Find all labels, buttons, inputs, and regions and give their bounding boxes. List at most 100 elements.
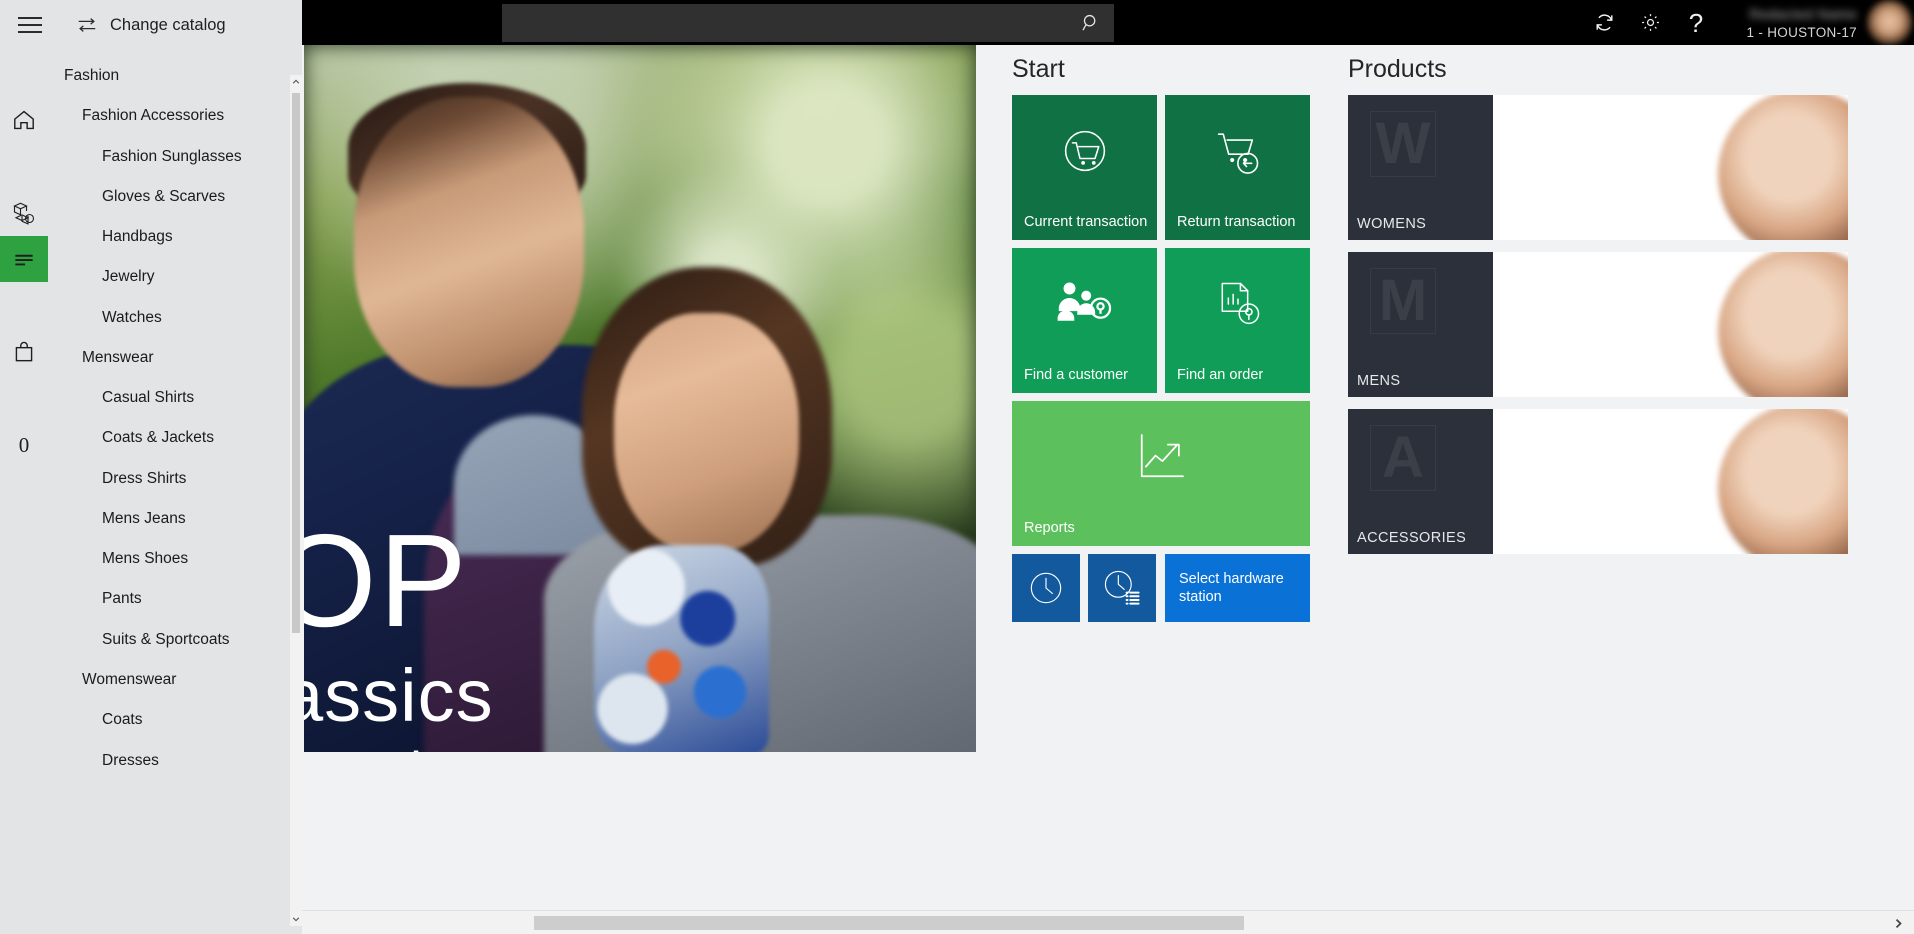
category-item-label: Mens Jeans <box>102 509 186 527</box>
category-item[interactable]: Casual Shirts <box>48 378 290 418</box>
sidebar: Change catalog 0 Fashion Fashion Accesso… <box>0 0 302 934</box>
category-item[interactable]: Pants <box>48 579 290 619</box>
horizontal-scroll-right-button[interactable] <box>1886 911 1910 934</box>
sidebar-scroll-down-button[interactable] <box>290 912 302 926</box>
product-row-list: W WOMENS M MENS A ACCESSORIES <box>1348 95 1914 554</box>
sidebar-item-catalog[interactable] <box>0 236 48 282</box>
product-image-figure <box>1718 409 1848 554</box>
category-item-label: Handbags <box>102 228 173 246</box>
tile-icon-wrap <box>1088 554 1156 622</box>
chevron-right-icon <box>1895 918 1902 928</box>
category-item-label: Coats & Jackets <box>102 429 214 447</box>
category-item-label: Gloves & Scarves <box>102 187 226 205</box>
category-item[interactable]: Mens Shoes <box>48 539 290 579</box>
cart-return-icon <box>1217 132 1258 174</box>
sidebar-scrollbar[interactable] <box>290 75 302 926</box>
start-tile-reports[interactable]: Reports <box>1012 401 1310 546</box>
category-item[interactable]: Fashion <box>48 56 290 96</box>
category-item-label: Suits & Sportcoats <box>102 630 230 648</box>
category-item[interactable]: Fashion Accessories <box>48 96 290 136</box>
main-content: OP assics e savings Start Current transa… <box>302 45 1914 934</box>
sidebar-item-cart-count[interactable]: 0 <box>0 422 48 468</box>
products-section: Products W WOMENS M MENS A ACCESSORIES <box>1348 45 1914 566</box>
category-item[interactable]: Coats <box>48 700 290 740</box>
category-item[interactable]: Suits & Sportcoats <box>48 620 290 660</box>
start-tile-find-an-order[interactable]: Find an order <box>1165 248 1310 393</box>
product-image-figure <box>1718 252 1848 397</box>
start-tile-find-a-customer[interactable]: Find a customer <box>1012 248 1157 393</box>
category-item[interactable]: Gloves & Scarves <box>48 177 290 217</box>
hamburger-menu-icon[interactable] <box>6 0 54 50</box>
find-customer-icon <box>1057 282 1111 321</box>
product-watermark: A <box>1370 425 1436 491</box>
horizontal-scrollbar[interactable] <box>302 910 1914 934</box>
category-item[interactable]: Mens Jeans <box>48 499 290 539</box>
search-bar[interactable] <box>502 4 1114 42</box>
product-tile-womens[interactable]: W WOMENS <box>1348 95 1493 240</box>
category-item[interactable]: Dresses <box>48 741 290 781</box>
start-section: Start Current transaction Return transac… <box>1012 45 1332 625</box>
horizontal-scroll-thumb[interactable] <box>534 916 1244 930</box>
category-item[interactable]: Handbags <box>48 217 290 257</box>
search-icon <box>1082 14 1096 31</box>
promo-banner[interactable]: OP assics e savings <box>304 45 976 752</box>
product-row: M MENS <box>1348 252 1848 397</box>
promo-man-head <box>354 97 584 387</box>
top-bar-actions: ? Redacted Name 1 - HOUSTON-17 <box>1581 0 1914 45</box>
start-tile-return-transaction[interactable]: Return transaction <box>1165 95 1310 240</box>
refresh-button[interactable] <box>1581 0 1627 45</box>
category-item-label: Casual Shirts <box>102 389 195 407</box>
chevron-up-icon <box>292 79 300 84</box>
sidebar-item-home[interactable] <box>0 97 48 143</box>
product-row: W WOMENS <box>1348 95 1848 240</box>
start-tile-clock[interactable] <box>1012 554 1080 622</box>
lines-icon <box>15 254 33 266</box>
start-tile-select-hardware-station[interactable]: Select hardware station <box>1165 554 1310 622</box>
category-item[interactable]: Watches <box>48 298 290 338</box>
product-image[interactable] <box>1493 252 1848 397</box>
search-input[interactable] <box>502 4 1068 42</box>
boxes-icon <box>13 202 35 225</box>
user-station-label: 1 - HOUSTON-17 <box>1746 24 1857 40</box>
sidebar-item-bag[interactable] <box>0 329 48 375</box>
category-item[interactable]: Menswear <box>48 338 290 378</box>
product-row: A ACCESSORIES <box>1348 409 1848 554</box>
reports-icon <box>1140 433 1184 477</box>
category-item-label: Coats <box>102 711 143 729</box>
search-button[interactable] <box>1068 4 1114 42</box>
user-account-button[interactable]: Redacted Name 1 - HOUSTON-17 <box>1719 0 1867 45</box>
category-item[interactable]: Coats & Jackets <box>48 418 290 458</box>
sidebar-scroll-thumb[interactable] <box>292 93 300 633</box>
swap-icon <box>78 18 96 32</box>
category-item[interactable]: Jewelry <box>48 257 290 297</box>
product-watermark: W <box>1370 111 1436 177</box>
category-item-label: Womenswear <box>82 670 177 688</box>
bag-icon <box>15 341 33 362</box>
settings-button[interactable] <box>1627 0 1673 45</box>
category-item[interactable]: Womenswear <box>48 660 290 700</box>
home-icon <box>14 110 34 130</box>
sidebar-scroll-up-button[interactable] <box>290 75 302 89</box>
help-icon: ? <box>1688 7 1704 38</box>
start-tile-clock-list[interactable] <box>1088 554 1156 622</box>
category-item-label: Fashion Sunglasses <box>102 147 242 165</box>
help-button[interactable]: ? <box>1673 0 1719 45</box>
product-tile-accessories[interactable]: A ACCESSORIES <box>1348 409 1493 554</box>
category-item[interactable]: Dress Shirts <box>48 459 290 499</box>
refresh-icon <box>1595 14 1613 31</box>
category-list: Fashion Fashion Accessories Fashion Sungla… <box>48 56 290 934</box>
avatar[interactable] <box>1867 0 1912 45</box>
cart-count-label: 0 <box>18 432 30 457</box>
start-tile-current-transaction[interactable]: Current transaction <box>1012 95 1157 240</box>
start-title: Start <box>1012 55 1065 83</box>
product-image[interactable] <box>1493 409 1848 554</box>
product-tile-mens[interactable]: M MENS <box>1348 252 1493 397</box>
category-item[interactable]: Fashion Sunglasses <box>48 137 290 177</box>
sidebar-header: Change catalog <box>0 0 302 50</box>
sidebar-item-products[interactable] <box>0 190 48 236</box>
start-tile-label: Find a customer <box>1024 366 1128 383</box>
change-catalog-button[interactable]: Change catalog <box>76 14 226 36</box>
category-item-label: Pants <box>102 590 142 608</box>
product-image[interactable] <box>1493 95 1848 240</box>
product-watermark: M <box>1370 268 1436 334</box>
